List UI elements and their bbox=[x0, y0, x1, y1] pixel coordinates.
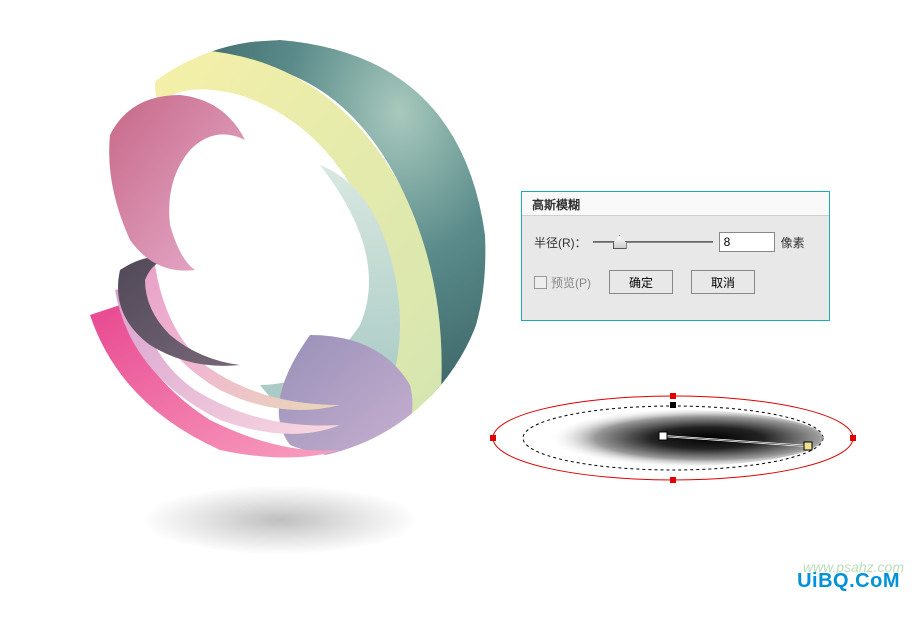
ok-button[interactable]: 确定 bbox=[609, 270, 673, 294]
blur-preview bbox=[478, 378, 868, 498]
handle-icon[interactable] bbox=[490, 435, 496, 441]
sphere-artwork bbox=[60, 5, 500, 565]
watermark-main: UiBQ.CoM bbox=[797, 570, 900, 593]
handle-icon[interactable] bbox=[670, 402, 676, 408]
cancel-button[interactable]: 取消 bbox=[691, 270, 755, 294]
radius-row: 半径(R)： 像素 bbox=[534, 232, 817, 252]
radius-slider[interactable] bbox=[593, 235, 713, 249]
unit-label: 像素 bbox=[781, 234, 805, 251]
radius-input[interactable] bbox=[719, 232, 775, 252]
checkbox-icon[interactable] bbox=[534, 276, 547, 289]
sphere-shadow bbox=[140, 485, 420, 555]
handle-icon[interactable] bbox=[670, 393, 676, 399]
buttons-row: 预览(P) 确定 取消 bbox=[534, 270, 817, 294]
dialog-title: 高斯模糊 bbox=[522, 192, 829, 216]
handle-icon[interactable] bbox=[850, 435, 856, 441]
preview-checkbox-wrap[interactable]: 预览(P) bbox=[534, 274, 591, 291]
radius-label: 半径(R)： bbox=[534, 234, 587, 251]
gradient-end-handle[interactable] bbox=[804, 442, 812, 450]
sphere-svg bbox=[60, 5, 500, 495]
preview-label: 预览(P) bbox=[551, 274, 591, 291]
slider-thumb-icon[interactable] bbox=[613, 235, 627, 249]
dialog-body: 半径(R)： 像素 预览(P) 确定 取消 bbox=[522, 216, 829, 328]
gaussian-blur-dialog: 高斯模糊 半径(R)： 像素 预览(P) 确定 取消 bbox=[521, 191, 830, 321]
gradient-start-handle[interactable] bbox=[659, 432, 667, 440]
handle-icon[interactable] bbox=[670, 477, 676, 483]
